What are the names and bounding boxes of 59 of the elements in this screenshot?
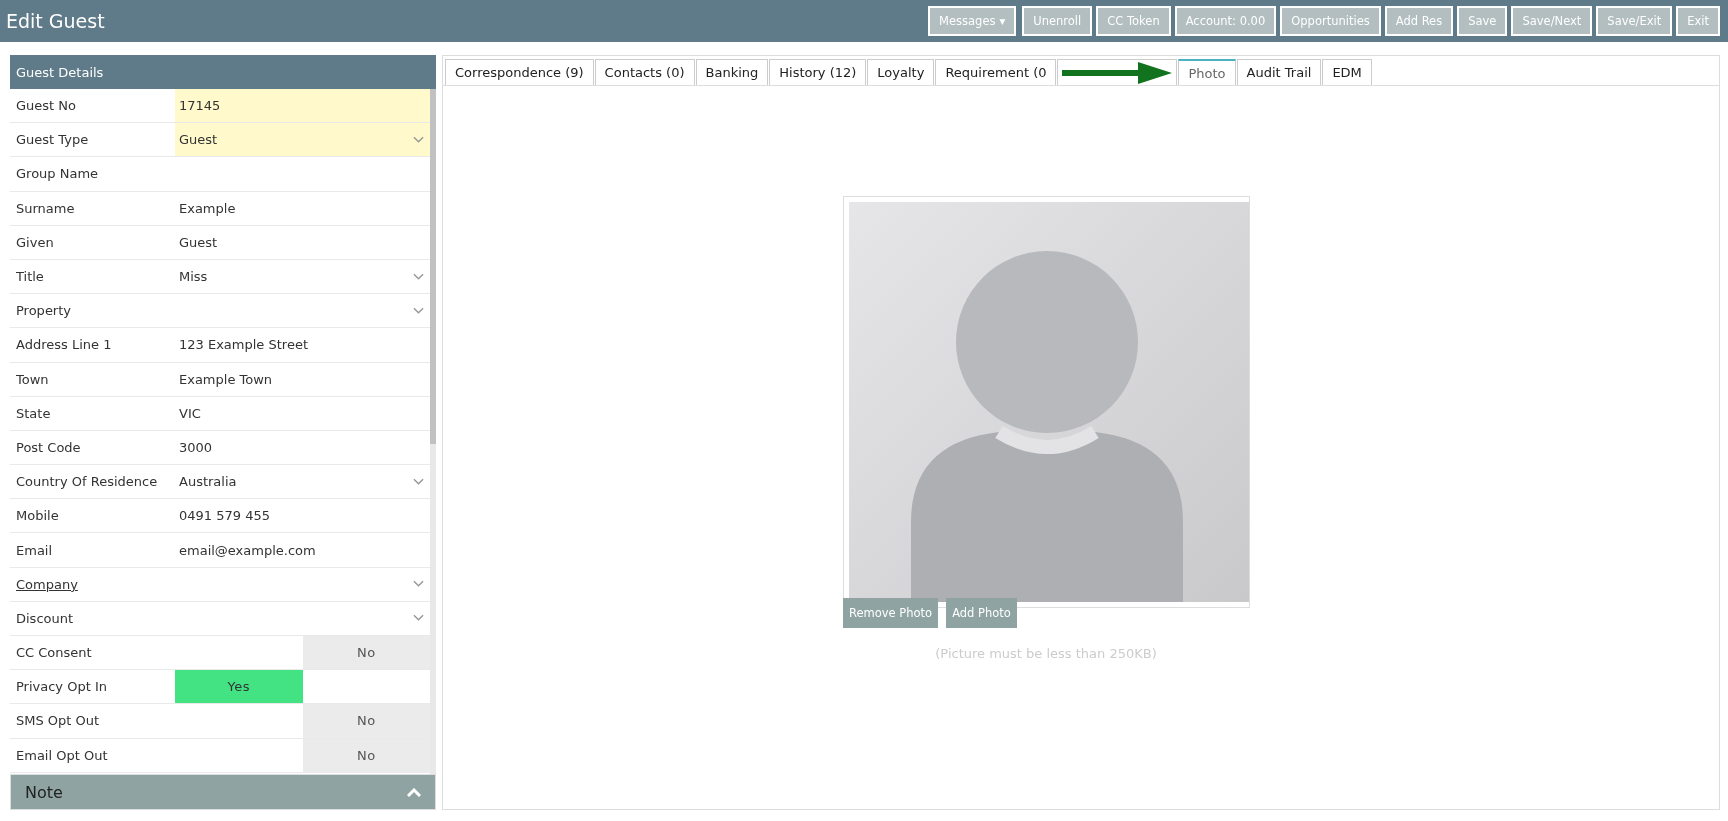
- field-label: Given: [15, 233, 55, 252]
- field-label: SMS Opt Out: [15, 712, 101, 731]
- arrow-icon: [1062, 61, 1173, 84]
- field-label: Post Code: [15, 438, 82, 457]
- chevron-down-icon[interactable]: [413, 614, 424, 623]
- field-label: Address Line 1: [15, 336, 113, 355]
- chevron-down-icon[interactable]: [413, 477, 424, 486]
- toggle-option[interactable]: No: [302, 636, 430, 670]
- tab[interactable]: [1057, 59, 1178, 85]
- field-label: Guest No: [15, 97, 77, 116]
- field-label: State: [15, 404, 52, 423]
- tab[interactable]: Correspondence (9): [445, 59, 594, 85]
- field-label: Group Name: [15, 165, 100, 184]
- tab[interactable]: History (12): [769, 59, 867, 85]
- field-link[interactable]: Company: [10, 567, 175, 601]
- input-field[interactable]: Example Town: [175, 362, 430, 396]
- chevron-down-icon[interactable]: [413, 306, 424, 315]
- note-title: Note: [25, 782, 63, 802]
- dropdown-field[interactable]: Australia: [175, 465, 430, 499]
- input-field[interactable]: Example: [175, 191, 430, 225]
- input-field[interactable]: 17145: [175, 89, 430, 123]
- tab[interactable]: Photo: [1178, 59, 1236, 85]
- field-label: Email: [15, 541, 54, 560]
- dropdown-field[interactable]: Guest: [175, 123, 430, 157]
- field-label: Surname: [15, 199, 76, 218]
- chevron-down-icon[interactable]: [413, 272, 424, 281]
- input-field[interactable]: 3000: [175, 430, 430, 465]
- chevron-down-icon[interactable]: [413, 135, 424, 144]
- input-field[interactable]: 0491 579 455: [175, 499, 430, 533]
- tab[interactable]: Banking: [695, 59, 769, 85]
- note-bar[interactable]: Note: [10, 774, 436, 810]
- tab[interactable]: Requirement (0: [935, 59, 1057, 85]
- field-label: CC Consent: [15, 644, 93, 663]
- field-label: Title: [15, 268, 45, 287]
- toggle-option[interactable]: Yes: [175, 670, 303, 704]
- chevron-up-icon[interactable]: [407, 787, 421, 797]
- toggle-option[interactable]: No: [302, 738, 430, 772]
- tab[interactable]: EDM: [1322, 59, 1372, 85]
- panel-title: Guest Details: [10, 55, 436, 89]
- scrollbar[interactable]: [430, 89, 436, 774]
- input-field[interactable]: VIC: [175, 396, 430, 430]
- field-label: Discount: [15, 609, 75, 628]
- field-label: Town: [15, 370, 50, 389]
- input-field[interactable]: email@example.com: [175, 533, 430, 567]
- input-field[interactable]: 123 Example Street: [175, 328, 430, 362]
- tab[interactable]: Audit Trail: [1236, 59, 1322, 85]
- field-label: Guest Type: [15, 131, 90, 150]
- field-label: Privacy Opt In: [15, 678, 108, 697]
- input-field[interactable]: Guest: [175, 225, 430, 259]
- dropdown-field[interactable]: Miss: [175, 259, 430, 294]
- field-label: Mobile: [15, 507, 60, 526]
- toggle-option[interactable]: No: [302, 704, 430, 738]
- tab[interactable]: Loyalty: [867, 59, 935, 85]
- chevron-down-icon[interactable]: [413, 580, 424, 589]
- field-label: Email Opt Out: [15, 746, 109, 765]
- tab[interactable]: Contacts (0): [594, 59, 695, 85]
- window-title: Edit Guest: [6, 10, 106, 32]
- field-label: Property: [15, 302, 72, 321]
- field-label: Country Of Residence: [15, 473, 159, 492]
